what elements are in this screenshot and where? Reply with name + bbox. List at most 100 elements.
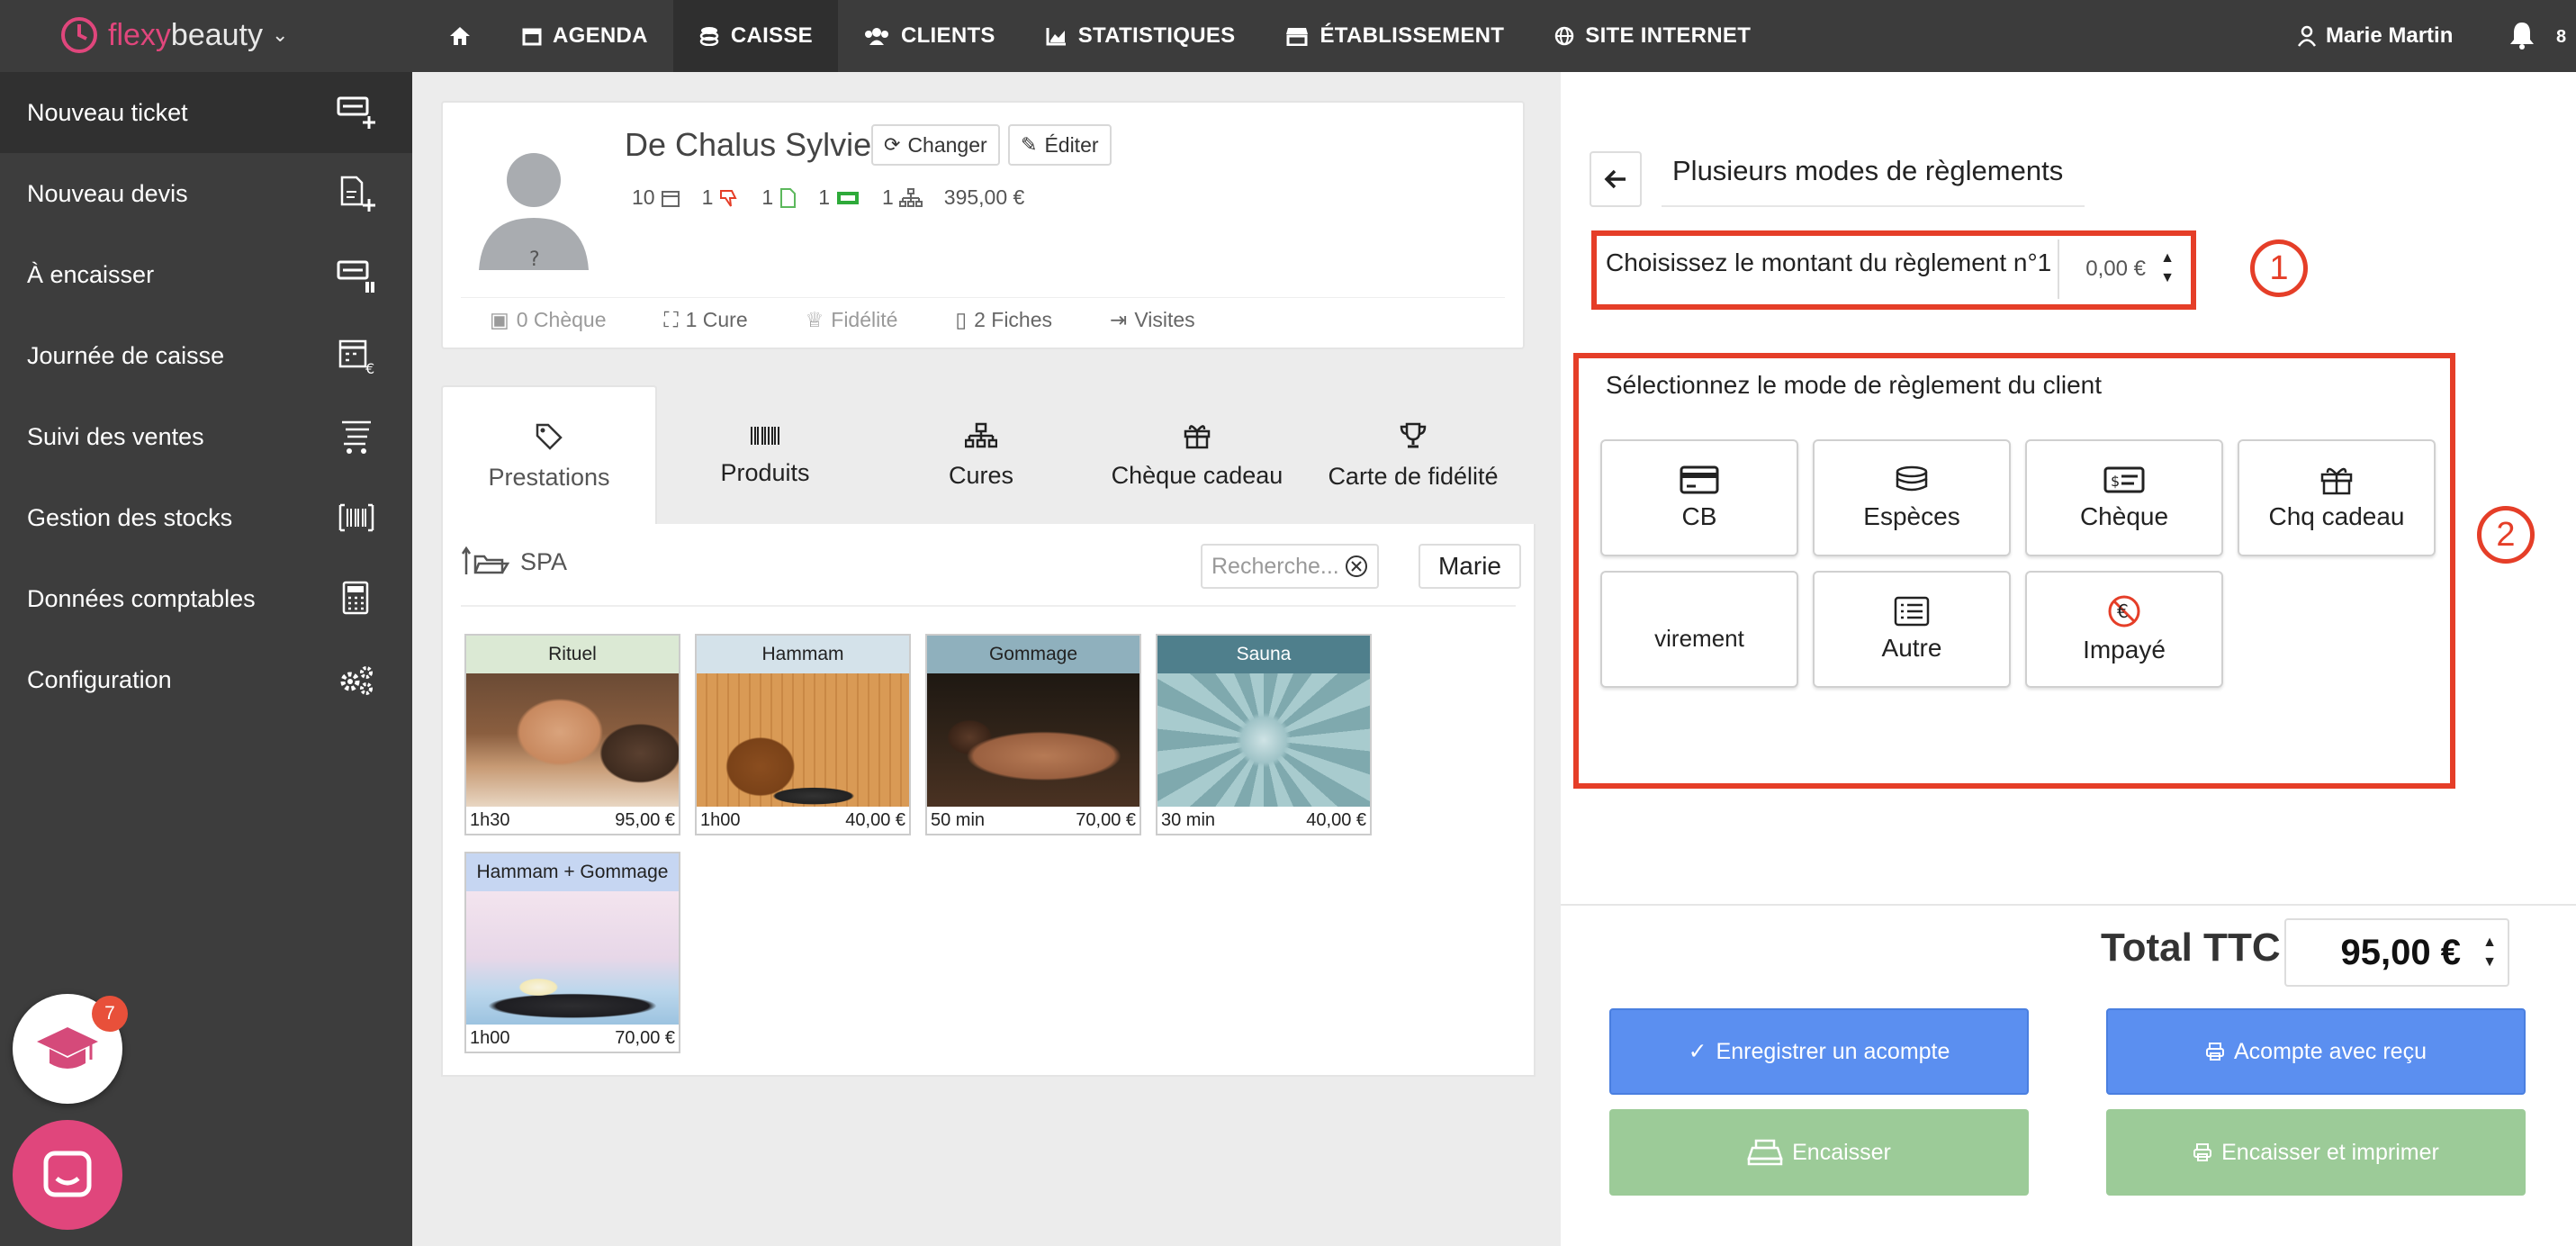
amount-input[interactable]: 0,00 € ▲ ▼	[2058, 239, 2182, 299]
payment-method-label: CB	[1681, 502, 1717, 530]
folder-up-icon	[461, 546, 509, 574]
tab-cures[interactable]: Cures	[873, 385, 1089, 526]
nav-statistiques[interactable]: STATISTIQUES	[1021, 0, 1261, 72]
tab-cheque-cadeau-label: Chèque cadeau	[1111, 461, 1283, 489]
cash-register-icon	[1747, 1139, 1783, 1166]
nav-agenda-label: AGENDA	[553, 23, 648, 48]
payment-method-impaye[interactable]: € Impayé	[2025, 571, 2223, 688]
academy-badge: 7	[92, 996, 128, 1032]
sidebar-item-suivi-des-ventes[interactable]: Suivi des ventes	[0, 396, 412, 477]
stat-cures: 1	[881, 185, 894, 209]
service-card[interactable]: Rituel 1h30 95,00 €	[464, 634, 680, 835]
nav-site-internet-label: SITE INTERNET	[1585, 23, 1752, 48]
nav-etablissement[interactable]: ÉTABLISSEMENT	[1260, 0, 1529, 72]
link-cure-label: 1 Cure	[685, 308, 748, 331]
folder-nav[interactable]: SPA	[461, 546, 567, 578]
payment-method-label: Impayé	[2083, 636, 2166, 664]
nav-caisse[interactable]: CAISSE	[672, 0, 838, 72]
sidebar-item-nouveau-ticket[interactable]: Nouveau ticket	[0, 72, 412, 153]
check-icon: ✓	[1688, 1039, 1707, 1064]
service-duration: 1h00	[470, 1027, 510, 1048]
divider	[1561, 904, 2576, 906]
total-label: Total TTC	[2101, 925, 2281, 970]
tab-prestations[interactable]: Prestations	[441, 385, 657, 526]
nav-statistiques-label: STATISTIQUES	[1077, 23, 1236, 48]
tab-produits-label: Produits	[720, 458, 810, 486]
divider	[1662, 205, 2085, 207]
search-input[interactable]: Recherche...	[1201, 544, 1379, 589]
sidebar-item-donnees-comptables[interactable]: Données comptables	[0, 558, 412, 639]
tab-carte-fidelite[interactable]: Carte de fidélité	[1305, 385, 1521, 526]
sidebar-item-label: Nouveau ticket	[27, 98, 188, 126]
payment-method-label: virement	[1654, 624, 1744, 652]
clear-icon[interactable]	[1345, 555, 1368, 578]
service-card[interactable]: Hammam + Gommage 1h00 70,00 €	[464, 852, 680, 1053]
cash-in-button[interactable]: Encaisser	[1609, 1109, 2029, 1196]
amount-stepper[interactable]: ▲ ▼	[2160, 248, 2175, 288]
cash-in-print-button[interactable]: Encaisser et imprimer	[2106, 1109, 2526, 1196]
edit-client-button[interactable]: ✎ Éditer	[1008, 124, 1112, 166]
total-input[interactable]: 95,00 € ▲ ▼	[2284, 918, 2509, 987]
chevron-down-icon: ⌄	[272, 23, 289, 46]
notifications-button[interactable]	[2508, 20, 2536, 55]
users-icon	[864, 28, 888, 45]
service-name: Hammam	[697, 636, 909, 673]
bell-icon	[2510, 23, 2534, 50]
cash-in-print-label: Encaisser et imprimer	[2221, 1139, 2439, 1165]
payment-method-virement[interactable]: virement	[1600, 571, 1798, 688]
link-fidelite-label: Fidélité	[831, 308, 898, 331]
service-duration: 1h30	[470, 809, 510, 830]
change-client-button[interactable]: ⟳ Changer	[871, 124, 1000, 166]
trophy-icon: ♕	[805, 308, 824, 331]
calendar-icon	[522, 28, 542, 46]
sidebar-item-gestion-des-stocks[interactable]: Gestion des stocks	[0, 477, 412, 558]
link-fidelite[interactable]: ♕ Fidélité	[806, 308, 898, 332]
total-stepper[interactable]: ▲ ▼	[2482, 933, 2497, 972]
sidebar-item-label: À encaisser	[27, 260, 155, 288]
service-card[interactable]: Gommage 50 min 70,00 €	[925, 634, 1141, 835]
payment-method-label: Chèque	[2079, 502, 2169, 530]
tab-cheque-cadeau[interactable]: Chèque cadeau	[1089, 385, 1305, 526]
service-price: 70,00 €	[1076, 809, 1136, 830]
user-menu[interactable]: Marie Martin	[2297, 0, 2453, 72]
payment-panel: Plusieurs modes de règlements Choisissez…	[1561, 72, 2576, 1246]
deposit-receipt-button[interactable]: Acompte avec reçu	[2106, 1008, 2526, 1095]
sidebar-item-label: Suivi des ventes	[27, 422, 204, 450]
coins-icon	[1896, 465, 1928, 492]
link-visites[interactable]: ⇥ Visites	[1110, 308, 1195, 332]
new-ticket-icon	[337, 96, 375, 129]
link-cheque[interactable]: ▣ 0 Chèque	[490, 308, 606, 332]
nav-home[interactable]	[423, 0, 497, 72]
payment-method-chq-cadeau[interactable]: Chq cadeau	[2238, 439, 2436, 556]
svg-text:€: €	[365, 360, 374, 375]
tab-produits[interactable]: Produits	[657, 385, 873, 526]
link-cure[interactable]: ⛶ 1 Cure	[663, 308, 747, 332]
sidebar-item-configuration[interactable]: Configuration	[0, 639, 412, 720]
staff-selector[interactable]: Marie	[1419, 544, 1521, 589]
step-marker-2: 2	[2477, 506, 2535, 564]
service-price: 40,00 €	[845, 809, 905, 830]
divider	[461, 605, 1516, 607]
link-fiches[interactable]: ▯ 2 Fiches	[955, 308, 1052, 332]
sidebar-item-nouveau-devis[interactable]: Nouveau devis	[0, 153, 412, 234]
notification-count: 8	[2556, 27, 2567, 47]
nav-clients[interactable]: CLIENTS	[838, 0, 1021, 72]
back-button[interactable]	[1590, 151, 1642, 207]
payment-method-label: Autre	[1881, 634, 1942, 662]
record-deposit-button[interactable]: ✓ Enregistrer un acompte	[1609, 1008, 2029, 1095]
service-card[interactable]: Sauna 30 min 40,00 €	[1156, 634, 1372, 835]
nav-agenda[interactable]: AGENDA	[497, 0, 673, 72]
chat-button[interactable]	[13, 1120, 122, 1230]
pencil-icon: ✎	[1021, 133, 1038, 156]
payment-method-autre[interactable]: Autre	[1813, 571, 2011, 688]
service-card[interactable]: Hammam 1h00 40,00 €	[695, 634, 911, 835]
payment-method-cheque[interactable]: $ Chèque	[2025, 439, 2223, 556]
payment-method-especes[interactable]: Espèces	[1813, 439, 2011, 556]
brand-logo[interactable]: flexybeauty ⌄	[59, 13, 288, 58]
sidebar-item-journee-de-caisse[interactable]: Journée de caisse €	[0, 315, 412, 396]
service-price: 40,00 €	[1306, 809, 1366, 830]
sidebar-item-a-encaisser[interactable]: À encaisser	[0, 234, 412, 315]
payment-method-cb[interactable]: CB	[1600, 439, 1798, 556]
nav-site-internet[interactable]: SITE INTERNET	[1529, 0, 1776, 72]
flexy-logo-icon	[61, 17, 97, 53]
